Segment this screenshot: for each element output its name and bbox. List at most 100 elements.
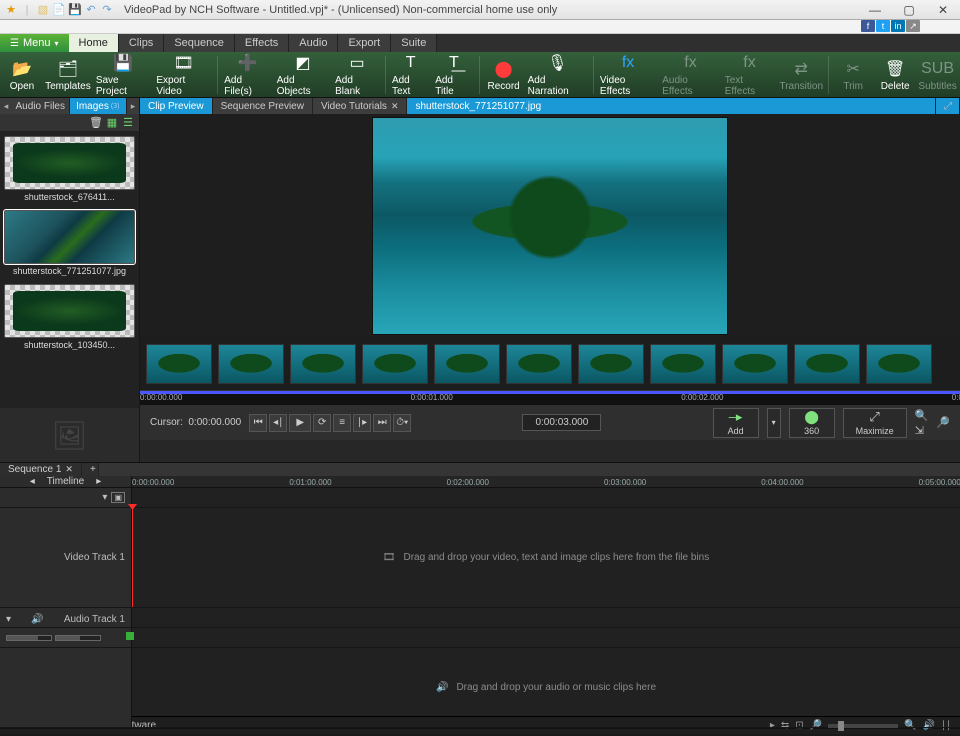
ribbon-open[interactable]: 📂Open: [4, 58, 40, 92]
ribbon-add-title[interactable]: T͟Add Title: [435, 52, 472, 97]
bins-tab-images[interactable]: Images(3): [70, 98, 128, 114]
twitter-icon[interactable]: t: [876, 20, 890, 32]
bins-grid-icon[interactable]: ▦: [105, 116, 119, 130]
frame-thumb[interactable]: [722, 344, 788, 384]
bins-prev-icon[interactable]: ◂: [0, 98, 12, 114]
ribbon-delete[interactable]: 🗑Delete: [877, 58, 913, 92]
go-end-icon[interactable]: ⏭: [373, 414, 391, 432]
preview-fullscreen-icon[interactable]: ⤢: [936, 98, 960, 114]
bins-tab-audio-files[interactable]: Audio Files: [12, 98, 70, 114]
play-icon[interactable]: ▶: [289, 414, 311, 432]
close-icon[interactable]: ✕: [65, 464, 73, 475]
linkedin-icon[interactable]: in: [891, 20, 905, 32]
video-track[interactable]: Video Track 1 🎞 Drag and drop your video…: [0, 508, 960, 608]
frame-thumb[interactable]: [578, 344, 644, 384]
close-icon[interactable]: ✕: [391, 101, 399, 112]
bins-panel: ◂ Audio FilesImages(3) ▸ 🗑 ▦ ☰ shutterst…: [0, 98, 140, 462]
menu-button[interactable]: Menu: [0, 34, 69, 52]
ribbon-add-text[interactable]: TAdd Text: [392, 52, 429, 97]
go-start-icon[interactable]: ⏮: [249, 414, 267, 432]
timeline-header: ◂ Timeline ▸ 0:00:00.0000:01:00.0000:02:…: [0, 476, 960, 488]
step-fwd-icon[interactable]: ∣▸: [353, 414, 371, 432]
audio-track[interactable]: 🔊 Drag and drop your audio or music clip…: [0, 648, 960, 728]
frame-thumb[interactable]: [218, 344, 284, 384]
ribbon-add-file-s-[interactable]: ➕Add File(s): [224, 52, 271, 97]
ribbon-record[interactable]: ⬤Record: [486, 58, 522, 92]
qat-redo-icon[interactable]: ↷: [100, 3, 114, 17]
speed-icon[interactable]: ⏱▾: [393, 414, 411, 432]
step-back-icon[interactable]: ◂∣: [269, 414, 287, 432]
menubar-tab-audio[interactable]: Audio: [289, 34, 338, 52]
collapse-video-icon[interactable]: ▾: [102, 492, 107, 503]
frame-thumb[interactable]: [146, 344, 212, 384]
bin-item[interactable]: shutterstock_103450...: [4, 284, 135, 350]
timeline-ruler[interactable]: 0:00:00.0000:01:00.0000:02:00.0000:03:00…: [132, 476, 960, 487]
frame-thumb[interactable]: [506, 344, 572, 384]
preview-tab-clip-preview[interactable]: Clip Preview: [140, 98, 213, 114]
ribbon-label: Add Blank: [335, 75, 379, 97]
dock-icon[interactable]: ⇲: [915, 424, 929, 437]
add-sequence-button[interactable]: +: [82, 463, 99, 476]
frame-thumb[interactable]: [290, 344, 356, 384]
camera-icon[interactable]: ▣: [111, 492, 125, 503]
maximize-preview-button[interactable]: ⤢Maximize: [843, 408, 907, 438]
audio-lane[interactable]: 🔊 Drag and drop your audio or music clip…: [132, 648, 960, 727]
loop-icon[interactable]: ⟳: [313, 414, 331, 432]
timeline-title[interactable]: ◂ Timeline ▸: [0, 476, 132, 487]
preview-tab-sequence-preview[interactable]: Sequence Preview: [213, 98, 313, 114]
bins-list-icon[interactable]: ☰: [121, 116, 135, 130]
frame-thumb[interactable]: [866, 344, 932, 384]
video-lane[interactable]: 🎞 Drag and drop your video, text and ima…: [132, 508, 960, 607]
frame-thumb[interactable]: [362, 344, 428, 384]
bin-item[interactable]: shutterstock_676411...: [4, 136, 135, 202]
minimize-button[interactable]: —: [858, 3, 892, 17]
bin-thumb[interactable]: [4, 284, 135, 338]
shuffle-icon[interactable]: ≡: [333, 414, 351, 432]
menubar-tab-home[interactable]: Home: [69, 34, 119, 52]
playhead[interactable]: [132, 508, 133, 607]
frame-thumb[interactable]: [650, 344, 716, 384]
bin-thumb[interactable]: [4, 210, 135, 264]
ribbon-video-effects[interactable]: fxVideo Effects: [600, 52, 656, 97]
status-slider[interactable]: [828, 724, 898, 728]
maximize-button[interactable]: ▢: [892, 3, 926, 17]
ribbon-templates[interactable]: 🗂Templates: [46, 58, 90, 92]
qat-open-icon[interactable]: 📄: [52, 3, 66, 17]
add-clip-menu[interactable]: ▾: [767, 408, 781, 438]
menubar-tab-clips[interactable]: Clips: [119, 34, 164, 52]
close-button[interactable]: ✕: [926, 3, 960, 17]
ribbon-add-blank[interactable]: ▭Add Blank: [335, 52, 379, 97]
menubar-tab-suite[interactable]: Suite: [391, 34, 437, 52]
zoom-out-icon[interactable]: 🔎: [936, 416, 950, 429]
speaker-icon[interactable]: 🔊: [31, 614, 43, 625]
frames-ruler[interactable]: 0:00:00.0000:00:01.0000:00:02.0000:00:03…: [140, 390, 960, 404]
bins-next-icon[interactable]: ▸: [127, 98, 139, 114]
frame-thumb[interactable]: [434, 344, 500, 384]
ribbon-add-narration[interactable]: 🎙Add Narration: [528, 52, 587, 97]
sequence-tab[interactable]: Sequence 1✕: [0, 463, 82, 476]
collapse-audio-icon[interactable]: ▾: [6, 614, 11, 625]
preview-tab-video-tutorials[interactable]: Video Tutorials✕: [313, 98, 408, 114]
facebook-icon[interactable]: f: [861, 20, 875, 32]
menubar-tab-export[interactable]: Export: [338, 34, 391, 52]
frames-strip[interactable]: [140, 338, 960, 390]
qat-save-icon[interactable]: 💾: [68, 3, 82, 17]
add-clip-button[interactable]: –▸Add: [713, 408, 759, 438]
share-icon[interactable]: ↗: [906, 20, 920, 32]
threesixty-button[interactable]: ⬤360: [789, 408, 835, 438]
menubar-tab-sequence[interactable]: Sequence: [164, 34, 235, 52]
qat-new-icon[interactable]: ▧: [36, 3, 50, 17]
bin-item[interactable]: shutterstock_771251077.jpg: [4, 210, 135, 276]
ribbon-save-project[interactable]: 💾Save Project: [96, 52, 151, 97]
qat-undo-icon[interactable]: ↶: [84, 3, 98, 17]
zoom-in-icon[interactable]: 🔍: [915, 409, 929, 422]
ribbon-export-video[interactable]: 🎞Export Video: [156, 52, 211, 97]
ribbon-add-objects[interactable]: ◩Add Objects: [277, 52, 329, 97]
frame-thumb[interactable]: [794, 344, 860, 384]
menubar-tab-effects[interactable]: Effects: [235, 34, 289, 52]
bins-trash-icon[interactable]: 🗑: [89, 116, 103, 130]
qat-star-icon[interactable]: ★: [4, 3, 18, 17]
templates-icon: 🗂: [57, 58, 79, 80]
bin-thumb[interactable]: [4, 136, 135, 190]
cursor-label: Cursor:: [150, 417, 183, 428]
